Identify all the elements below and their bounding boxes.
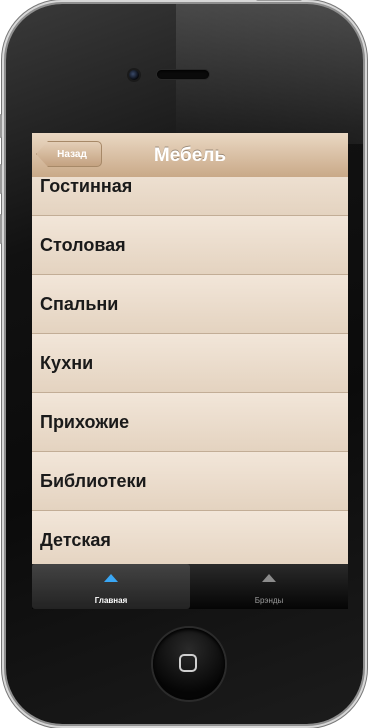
- screen: Назад Мебель Гостинная Столовая Спальни …: [32, 133, 348, 609]
- mute-switch[interactable]: [0, 114, 2, 138]
- tab-label: Главная: [94, 596, 128, 605]
- list-item-label: Спальни: [40, 294, 119, 314]
- list-item-label: Библиотеки: [40, 471, 147, 491]
- list-item-label: Прихожие: [40, 412, 130, 432]
- power-button[interactable]: [256, 0, 302, 1]
- volume-up-button[interactable]: [0, 164, 2, 194]
- list-item[interactable]: Библиотеки: [32, 452, 348, 511]
- tab-brands[interactable]: Брэнды: [190, 564, 348, 609]
- list-item[interactable]: Детская: [32, 511, 348, 564]
- triangle-up-icon: [104, 574, 118, 582]
- list-item-label: Столовая: [40, 235, 126, 255]
- triangle-up-icon: [262, 574, 276, 582]
- tab-bar: Главная Брэнды: [32, 564, 348, 609]
- list-item-label: Кухни: [40, 353, 94, 373]
- page-title: Мебель: [153, 145, 227, 166]
- front-camera-icon: [129, 70, 139, 80]
- category-list[interactable]: Гостинная Столовая Спальни Кухни Прихожи…: [32, 177, 348, 564]
- list-item[interactable]: Спальни: [32, 275, 348, 334]
- list-item-label: Гостинная: [40, 177, 133, 196]
- list-item[interactable]: Кухни: [32, 334, 348, 393]
- navigation-bar: Назад Мебель: [32, 133, 348, 178]
- tab-home[interactable]: Главная: [32, 564, 190, 609]
- list-item[interactable]: Гостинная: [32, 177, 348, 216]
- list-item[interactable]: Столовая: [32, 216, 348, 275]
- tab-label: Брэнды: [254, 596, 284, 605]
- home-square-icon: [179, 654, 197, 672]
- home-button[interactable]: [153, 628, 225, 700]
- earpiece-speaker: [157, 70, 209, 79]
- list-item-label: Детская: [40, 530, 111, 550]
- list-item[interactable]: Прихожие: [32, 393, 348, 452]
- volume-down-button[interactable]: [0, 214, 2, 244]
